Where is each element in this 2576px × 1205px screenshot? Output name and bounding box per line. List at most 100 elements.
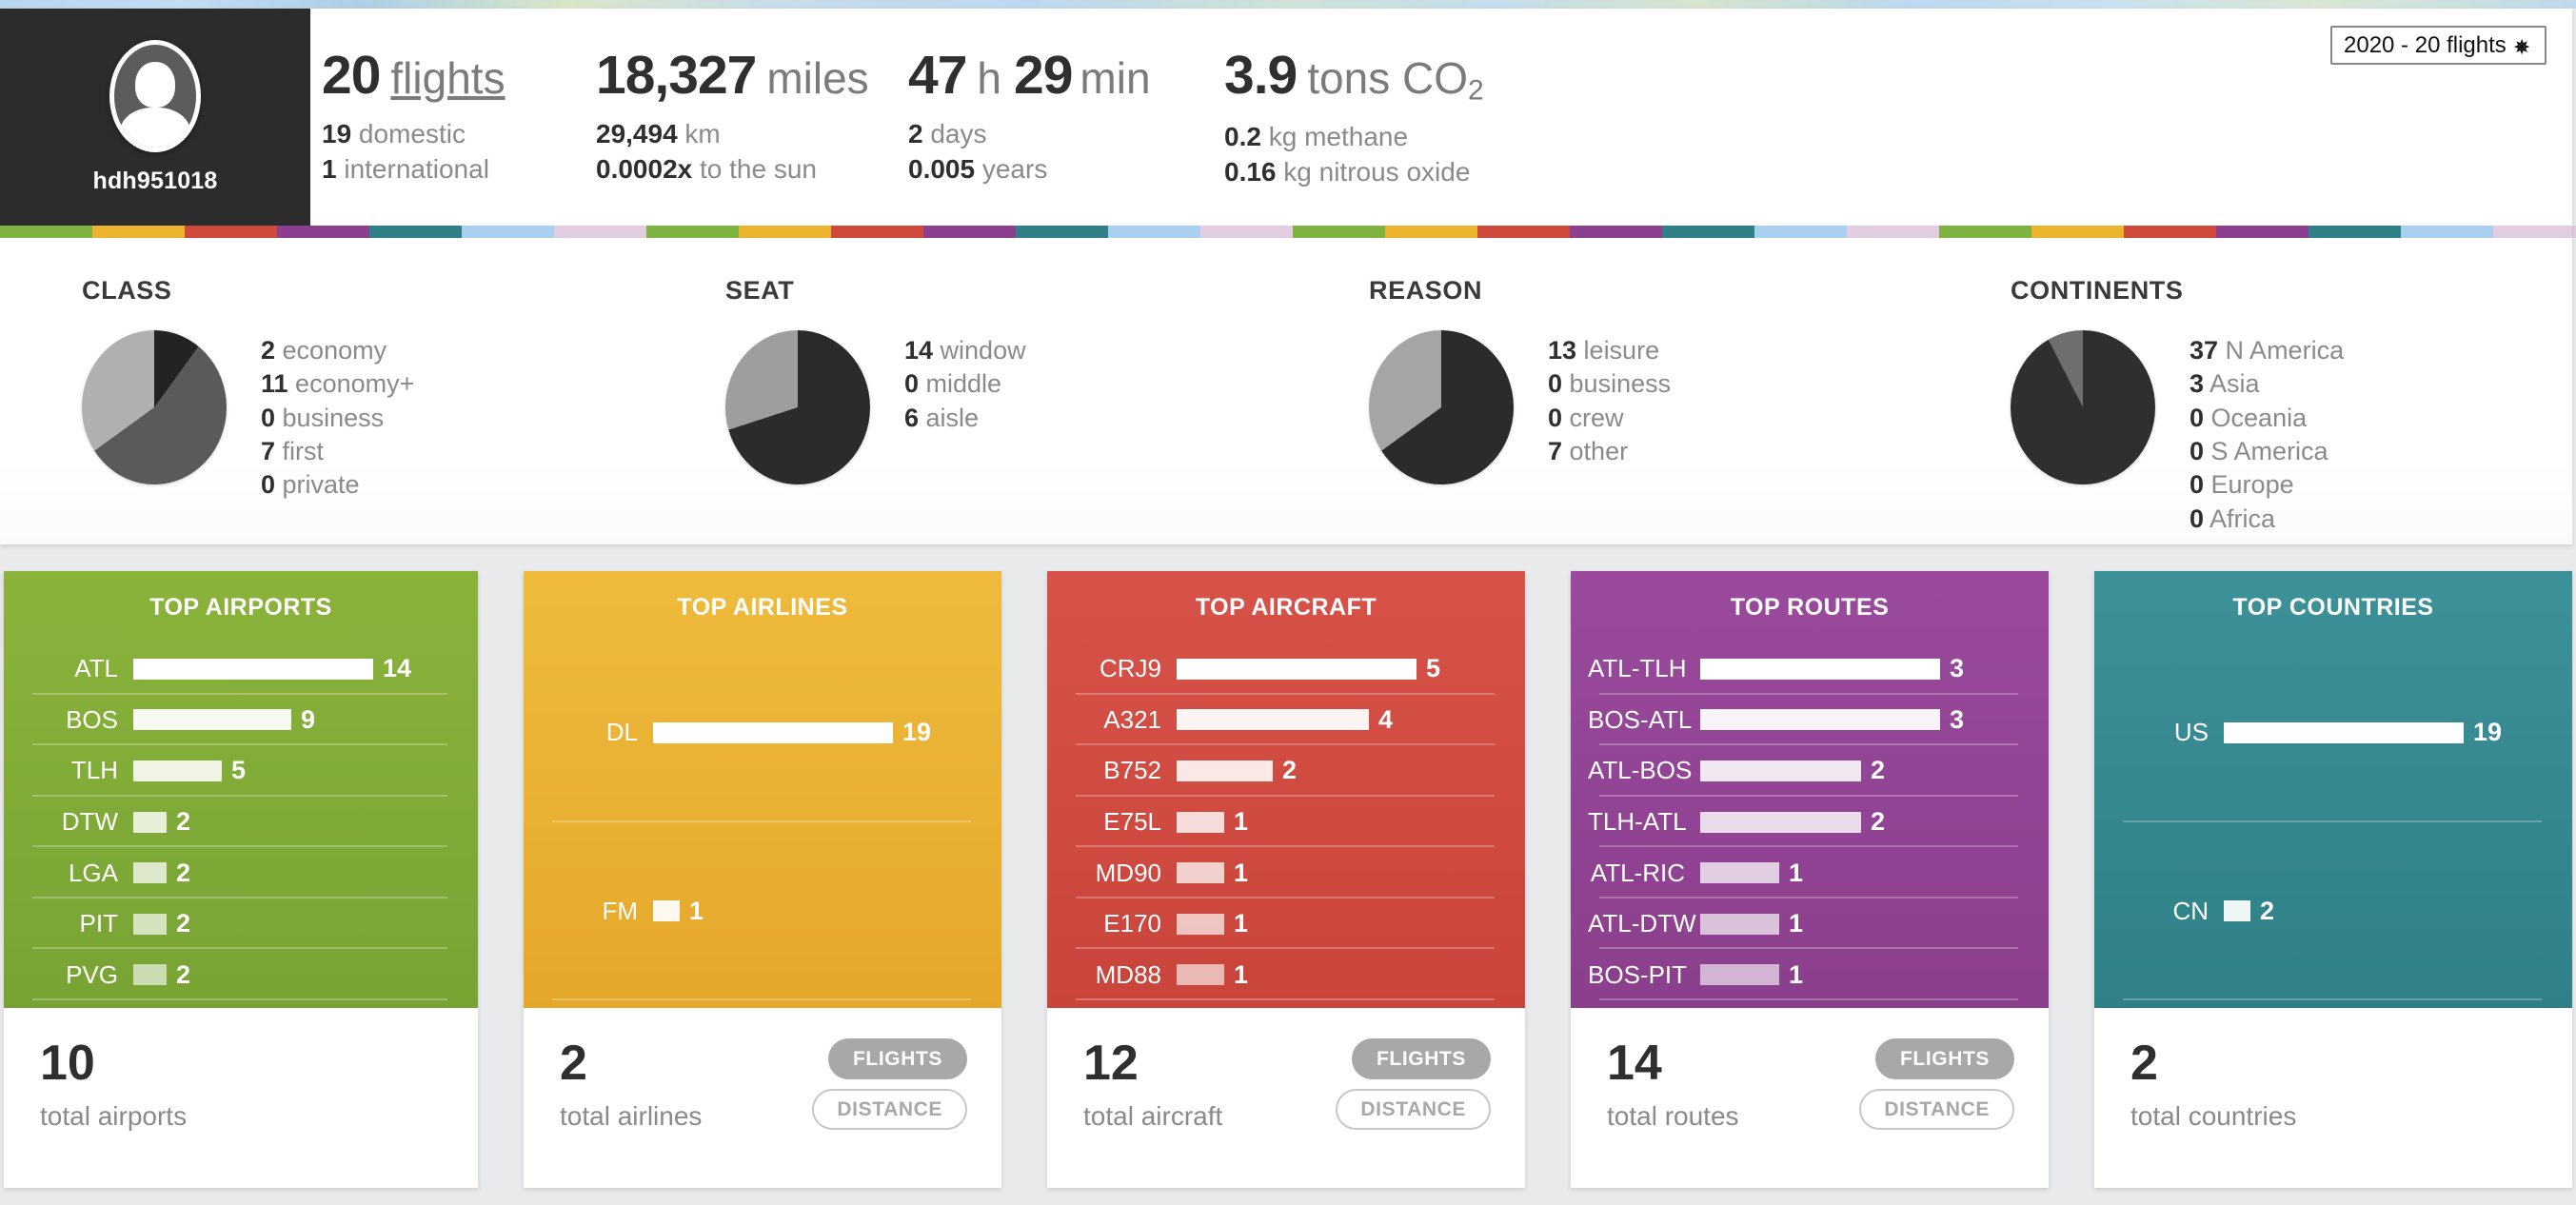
toggle-flights[interactable]: FLIGHTS	[827, 1038, 967, 1079]
bar-row[interactable]: LGA 2	[4, 847, 478, 899]
bar-row-value: 2	[1871, 756, 1886, 785]
color-strip-segment	[646, 226, 739, 238]
bar-row[interactable]: ATL 14	[4, 643, 478, 695]
bar-row[interactable]: BOS-PIT 1	[1571, 949, 2049, 1000]
color-strip-segment	[831, 226, 923, 238]
toggle-distance[interactable]: DISTANCE	[812, 1089, 967, 1130]
pie-legend-item: 0 S America	[2190, 437, 2328, 466]
bar-row-bar	[1700, 811, 1861, 833]
bar-row-label: ATL-DTW	[1588, 909, 1696, 938]
bar-row[interactable]: FM 1	[524, 822, 1001, 1001]
toggle-flights[interactable]: FLIGHTS	[1351, 1038, 1491, 1079]
bar-row[interactable]: MD90 1	[1047, 847, 1525, 899]
card-total-label: total countries	[2130, 1101, 2297, 1131]
bar-row-label: ATL	[74, 654, 118, 683]
bar-row-bar	[1177, 964, 1224, 986]
card-chart-area: TOP AIRLINES DL 19 FM 1	[524, 571, 1001, 1008]
bar-row[interactable]: ATL-BOS 2	[1571, 745, 2049, 797]
bar-row-label: FM	[602, 896, 638, 925]
pie-legend-item: 0 private	[261, 470, 360, 500]
color-strip-segment	[2216, 226, 2308, 238]
bar-row[interactable]: B752 2	[1047, 745, 1525, 797]
bar-row[interactable]: CRJ9 5	[1047, 643, 1525, 695]
bar-row[interactable]: ATL-RIC 1	[1571, 847, 2049, 899]
bar-row-bar	[1177, 658, 1417, 680]
bar-row-label: ATL-TLH	[1588, 654, 1687, 683]
stat-distance-value: 18,327	[596, 45, 757, 106]
bar-row-bar	[133, 760, 222, 781]
bar-row[interactable]: TLH 5	[4, 745, 478, 797]
stat-subline: 0.2 kg methane	[1224, 121, 1409, 151]
pie-legend-item: 7 first	[261, 437, 325, 466]
stat-flights-unit[interactable]: flights	[390, 53, 505, 103]
color-strip-segment	[1108, 226, 1200, 238]
bar-row-bar	[1700, 964, 1779, 986]
card-bar-list: ATL-TLH 3 BOS-ATL 3 ATL-BOS 2 TLH-ATL 2 ATL-RIC 1…	[1571, 643, 2049, 1000]
bar-row-bar	[133, 658, 373, 680]
stat-distance: 18,327 miles 29,494 km 0.0002x to the sun	[596, 49, 869, 187]
bar-row-value: 2	[176, 909, 191, 938]
bar-row[interactable]: ATL-TLH 3	[1571, 643, 2049, 695]
bar-row-bar	[2224, 721, 2464, 743]
bar-row-value: 3	[1950, 704, 1965, 734]
pie-legend: 13 leisure 0 business 0 crew 7 other	[1548, 330, 1671, 468]
stat-co2-value: 3.9	[1224, 45, 1298, 106]
pie-chart	[725, 330, 870, 484]
metric-toggle-group: FLIGHTS DISTANCE	[1859, 1038, 2014, 1130]
color-strip-segment	[277, 226, 369, 238]
stat-subline: 1 international	[322, 154, 489, 185]
top-list-card: TOP AIRLINES DL 19 FM 1 2 total airlines FLIGHT…	[524, 571, 1001, 1188]
bar-row[interactable]: PVG 2	[4, 949, 478, 1000]
color-strip-segment	[739, 226, 831, 238]
card-title: TOP AIRLINES	[677, 594, 848, 621]
bar-row-bar	[1700, 862, 1779, 884]
bar-row[interactable]: BOS 9	[4, 695, 478, 746]
card-bar-list: DL 19 FM 1	[524, 643, 1001, 1000]
bar-row[interactable]: BOS-ATL 3	[1571, 695, 2049, 746]
bar-row[interactable]: MD88 1	[1047, 949, 1525, 1000]
bar-row-value: 4	[1378, 704, 1394, 734]
bar-row-label: ATL-BOS	[1588, 756, 1693, 785]
pie-legend-item: 2 economy	[261, 336, 387, 365]
color-strip-segment	[1477, 226, 1570, 238]
bar-row[interactable]: CN 2	[2094, 822, 2572, 1001]
bar-row[interactable]: PIT 2	[4, 899, 478, 950]
bar-row[interactable]: US 19	[2094, 643, 2572, 822]
profile-block: hdh951018	[0, 9, 310, 226]
bar-row-value: 1	[689, 896, 704, 925]
toggle-distance[interactable]: DISTANCE	[1859, 1089, 2014, 1130]
pie-title: SEAT	[725, 276, 795, 305]
year-filter-select[interactable]: 2020 - 20 flights	[2330, 26, 2546, 65]
color-strip-segment	[1662, 226, 1754, 238]
toggle-distance[interactable]: DISTANCE	[1336, 1089, 1491, 1130]
bar-row[interactable]: A321 4	[1047, 695, 1525, 746]
stat-time-unit: h	[977, 53, 1001, 103]
card-footer: 12 total aircraft FLIGHTS DISTANCE	[1047, 1008, 1525, 1188]
bar-row[interactable]: E75L 1	[1047, 797, 1525, 848]
bar-row[interactable]: DTW 2	[4, 797, 478, 848]
dashboard-root: hdh951018 2020 - 20 flights ✵ 20 flights 1…	[0, 0, 2576, 1205]
header-stats: 2020 - 20 flights ✵ 20 flights 19 domestic…	[310, 9, 2572, 226]
card-footer: 14 total routes FLIGHTS DISTANCE	[1571, 1008, 2049, 1188]
card-total-number: 2	[2130, 1036, 2158, 1091]
bar-row[interactable]: TLH-ATL 2	[1571, 797, 2049, 848]
bar-row-bar	[133, 964, 167, 986]
pie-title: CLASS	[82, 276, 172, 305]
bar-row-label: A321	[1103, 704, 1161, 734]
bar-row[interactable]: ATL-DTW 1	[1571, 899, 2049, 950]
pie-legend-item: 0 business	[261, 403, 385, 432]
bar-row[interactable]: E170 1	[1047, 899, 1525, 950]
bar-row-bar	[133, 862, 167, 884]
stat-flights-value: 20	[322, 45, 381, 106]
pie-card-reason: REASON 13 leisure 0 business 0 crew 7 other	[1369, 276, 1671, 484]
bar-row-label: TLH-ATL	[1588, 807, 1687, 837]
bar-row-value: 2	[1871, 807, 1886, 837]
toggle-flights[interactable]: FLIGHTS	[1874, 1038, 2014, 1079]
bar-row-value: 2	[2260, 896, 2275, 925]
bar-row[interactable]: DL 19	[524, 643, 1001, 822]
stat-flights-sublines: 19 domestic 1 international	[322, 116, 505, 187]
card-bar-list: ATL 14 BOS 9 TLH 5 DTW 2 LGA 2 PIT 2 PVG 2	[4, 643, 478, 1000]
metric-toggle-group: FLIGHTS DISTANCE	[812, 1038, 967, 1130]
bar-row-label: DTW	[61, 807, 118, 837]
color-strip-segment	[1847, 226, 1939, 238]
